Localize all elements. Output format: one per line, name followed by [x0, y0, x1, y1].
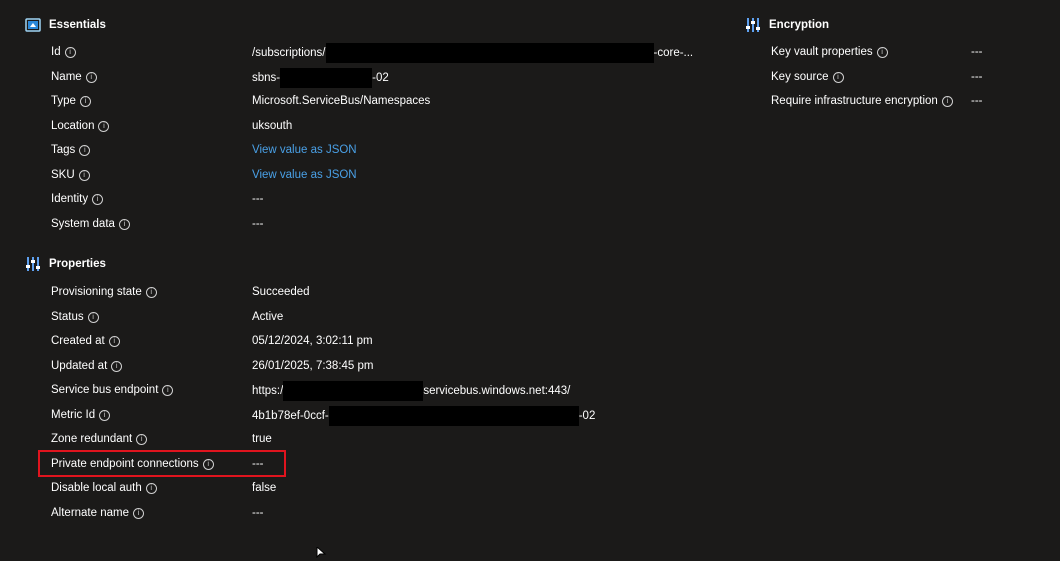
key-vault-properties-label: Key vault properties i — [771, 43, 888, 61]
info-icon[interactable]: i — [78, 169, 90, 181]
info-icon[interactable]: i — [85, 71, 97, 83]
info-icon[interactable]: i — [118, 218, 130, 230]
status-label: Status i — [51, 308, 99, 326]
info-icon[interactable]: i — [64, 46, 76, 58]
type-value: Microsoft.ServiceBus/Namespaces — [252, 95, 431, 107]
updated-at-label: Updated at i — [51, 357, 123, 375]
redacted-block — [280, 68, 373, 88]
info-icon[interactable]: i — [133, 507, 144, 519]
sku-label: SKU i — [51, 166, 90, 184]
type-label: Type i — [51, 92, 91, 110]
system-data-value: --- — [252, 218, 264, 230]
provisioning-state-label: Provisioning state i — [51, 283, 157, 301]
info-icon[interactable]: i — [832, 71, 844, 83]
require-infra-encryption-value: --- — [971, 95, 983, 107]
info-icon[interactable]: i — [111, 360, 123, 372]
info-icon[interactable]: i — [145, 482, 157, 494]
metric-id-label: Metric Id i — [51, 406, 111, 424]
essentials-header: Essentials — [25, 17, 106, 33]
key-source-label: Key source i — [771, 68, 844, 86]
tags-label: Tags i — [51, 141, 91, 159]
location-value: uksouth — [252, 120, 293, 132]
private-endpoint-connections-value: --- — [252, 458, 264, 470]
zone-redundant-value: true — [252, 433, 272, 445]
created-at-label: Created at i — [51, 332, 120, 350]
key-source-value: --- — [971, 71, 983, 83]
name-value: sbns- -02 — [252, 68, 389, 88]
created-at-value: 05/12/2024, 3:02:11 pm — [252, 335, 373, 347]
essentials-icon — [25, 17, 41, 33]
encryption-title: Encryption — [769, 19, 830, 31]
info-icon[interactable]: i — [941, 95, 953, 107]
metric-id-value: 4b1b78ef-0ccf- -02 — [252, 406, 595, 426]
info-icon[interactable]: i — [79, 144, 91, 156]
info-icon[interactable]: i — [92, 193, 104, 205]
updated-at-value: 26/01/2025, 7:38:45 pm — [252, 360, 374, 372]
system-data-label: System data i — [51, 215, 130, 233]
mouse-cursor-icon — [316, 545, 328, 561]
properties-icon — [25, 256, 41, 272]
status-value: Active — [252, 311, 284, 323]
tags-json-link[interactable]: View value as JSON — [252, 141, 357, 159]
properties-header: Properties — [25, 256, 106, 272]
info-icon[interactable]: i — [876, 46, 888, 58]
zone-redundant-label: Zone redundant i — [51, 430, 148, 448]
info-icon[interactable]: i — [99, 409, 111, 421]
alternate-name-label: Alternate name i — [51, 504, 144, 522]
sku-json-link[interactable]: View value as JSON — [252, 166, 357, 184]
identity-label: Identity i — [51, 190, 104, 208]
name-label: Name i — [51, 68, 97, 86]
key-vault-properties-value: --- — [971, 46, 983, 58]
alternate-name-value: --- — [252, 507, 264, 519]
require-infra-encryption-label: Require infrastructure encryption i — [771, 92, 953, 110]
info-icon[interactable]: i — [87, 311, 99, 323]
info-icon[interactable]: i — [145, 286, 157, 298]
id-value: /subscriptions/-core-... — [252, 43, 693, 63]
provisioning-state-value: Succeeded — [252, 286, 310, 298]
private-endpoint-connections-label: Private endpoint connections i — [51, 455, 214, 473]
location-label: Location i — [51, 117, 110, 135]
info-icon[interactable]: i — [98, 120, 110, 132]
properties-title: Properties — [49, 258, 106, 270]
id-label: Id i — [51, 43, 76, 61]
disable-local-auth-value: false — [252, 482, 277, 494]
service-bus-endpoint-label: Service bus endpoint i — [51, 381, 174, 399]
service-bus-endpoint-value: https:/servicebus.windows.net:443/ — [252, 381, 570, 401]
redacted-block — [325, 43, 654, 63]
info-icon[interactable]: i — [136, 433, 148, 445]
essentials-title: Essentials — [49, 19, 106, 31]
identity-value: --- — [252, 193, 264, 205]
redacted-block — [283, 381, 424, 401]
encryption-icon — [745, 17, 761, 33]
encryption-header: Encryption — [745, 17, 829, 33]
info-icon[interactable]: i — [162, 384, 174, 396]
info-icon[interactable]: i — [108, 335, 120, 347]
info-icon[interactable]: i — [79, 95, 91, 107]
disable-local-auth-label: Disable local auth i — [51, 479, 157, 497]
redacted-block — [328, 406, 579, 426]
info-icon[interactable]: i — [202, 458, 214, 470]
